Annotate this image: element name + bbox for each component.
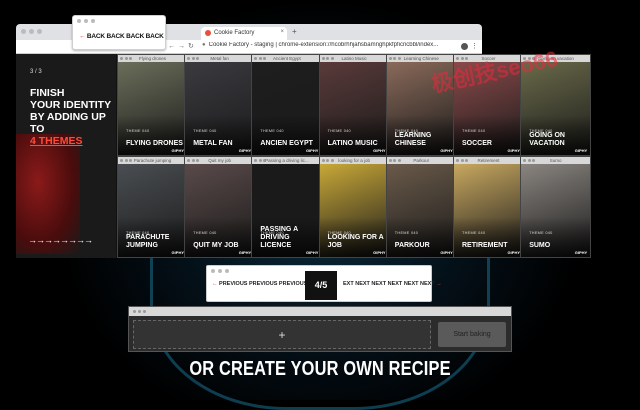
- tile-name: RETIREMENT: [462, 242, 508, 249]
- recipe-window: + Start baking: [128, 306, 512, 352]
- intro-panel: 3 / 3 FINISH YOUR IDENTITY BY ADDING UP …: [16, 54, 116, 258]
- step-counter: 3 / 3: [30, 69, 42, 75]
- back-button[interactable]: ← BACK BACK BACK BACK: [79, 33, 164, 40]
- theme-tile[interactable]: Latino Music THEME 040 LATINO MUSIC GIPHY: [318, 54, 390, 156]
- tile-titlebar: Retirement: [454, 157, 523, 164]
- tile-titlebar: Passing a driving lic...: [252, 157, 322, 164]
- tile-name: LOOKING FOR A JOB: [327, 234, 384, 249]
- menu-icon[interactable]: ⋮: [471, 42, 478, 50]
- arrow-left-icon: ←: [79, 33, 86, 40]
- arrow-left-icon: ←: [212, 281, 218, 287]
- giphy-logo: GIPHY: [238, 250, 252, 255]
- giphy-logo: GIPHY: [574, 250, 588, 255]
- theme-tile[interactable]: Metal fan THEME 040 METAL FAN GIPHY: [184, 54, 256, 156]
- tile-titlebar: Parachute jumping: [118, 157, 187, 164]
- tile-theme-number: THEME 040: [394, 231, 419, 235]
- close-tab-icon[interactable]: ×: [280, 29, 284, 35]
- tile-theme-number: THEME 040: [126, 129, 150, 133]
- window-controls[interactable]: [21, 29, 42, 34]
- tile-titlebar: looking for a job: [319, 157, 389, 164]
- theme-tile[interactable]: Retirement THEME 040 RETIREMENT GIPHY: [453, 156, 524, 258]
- giphy-logo: GIPHY: [171, 250, 184, 255]
- theme-tile[interactable]: Flying drones THEME 040 FLYING DRONES GIPHY: [117, 54, 188, 156]
- new-tab-button[interactable]: +: [292, 27, 297, 36]
- tile-titlebar: Latino Music: [319, 55, 389, 62]
- start-baking-button[interactable]: Start baking: [438, 322, 506, 347]
- tile-name: LATINO MUSIC: [327, 140, 378, 147]
- url-text[interactable]: ● Cookie Factory - staging | chrome-exten…: [202, 42, 458, 48]
- giphy-logo: GIPHY: [574, 148, 588, 153]
- theme-tile[interactable]: Ancient Egypt THEME 040 ANCIEN EGYPT GIPHY: [251, 54, 323, 156]
- giphy-logo: GIPHY: [507, 148, 520, 153]
- tile-name: FLYING DRONES: [126, 140, 183, 147]
- cookie-icon: [205, 30, 211, 36]
- tab-title: Cookie Factory: [214, 30, 255, 36]
- giphy-logo: GIPHY: [305, 148, 319, 153]
- tile-theme-number: THEME 040: [462, 129, 486, 133]
- lock-icon: ●: [202, 42, 206, 48]
- arrows-decoration: →→→→→→→→: [28, 235, 93, 245]
- tile-name: PASSING A DRIVING LICENCE: [260, 226, 298, 249]
- theme-tile[interactable]: Parachute jumping THEME 040 PARACHUTE JUMP…: [117, 156, 188, 258]
- pager-window: ← PREVIOUS PREVIOUS PREVIOUS 4/5 EXT NEX…: [206, 265, 442, 302]
- tile-theme-number: THEME 040: [327, 129, 351, 133]
- theme-tile[interactable]: Sumo THEME 040 SUMO GIPHY: [520, 156, 592, 258]
- back-window[interactable]: ← BACK BACK BACK BACK: [72, 15, 166, 50]
- tile-name: SOCCER: [462, 140, 492, 147]
- tile-titlebar: Ancient Egypt: [252, 55, 322, 62]
- giphy-logo: GIPHY: [373, 148, 386, 153]
- tile-name: GOING ON VACATION: [529, 132, 565, 147]
- recipe-titlebar: [129, 307, 511, 316]
- tile-name: METAL FAN: [193, 140, 233, 147]
- giphy-logo: GIPHY: [305, 250, 319, 255]
- tile-titlebar: Sumo: [521, 157, 591, 164]
- tile-titlebar: Metal fan: [185, 55, 255, 62]
- giphy-logo: GIPHY: [373, 250, 386, 255]
- giphy-logo: GIPHY: [238, 148, 252, 153]
- window-controls: [211, 269, 229, 273]
- intro-heading: FINISH YOUR IDENTITY BY ADDING UP TO 4 T…: [30, 87, 112, 147]
- tile-theme-number: THEME 040: [462, 231, 486, 235]
- tile-name: QUIT MY JOB: [193, 242, 239, 249]
- browser-tab[interactable]: Cookie Factory ×: [201, 27, 287, 40]
- tile-name: LEARNING CHINESE: [394, 132, 432, 147]
- tile-titlebar: Quit my job: [185, 157, 255, 164]
- tile-titlebar: Learning Chinese: [386, 55, 456, 62]
- tile-titlebar: Flying drones: [118, 55, 187, 62]
- tile-theme-number: THEME 040: [193, 231, 217, 235]
- recipe-drop-zone[interactable]: +: [133, 320, 431, 349]
- theme-tile[interactable]: Passing a driving lic... THEME 040 PASSING…: [251, 156, 323, 258]
- theme-tile[interactable]: looking for a job THEME 040 LOOKING FOR A …: [318, 156, 390, 258]
- nav-buttons[interactable]: ←→↻: [168, 42, 197, 50]
- window-controls: [77, 19, 95, 23]
- tile-name: SUMO: [529, 242, 551, 249]
- tile-name: PARACHUTE JUMPING: [126, 234, 170, 249]
- tile-theme-number: THEME 040: [529, 231, 553, 235]
- next-button[interactable]: EXT NEXT NEXT NEXT NEXT NEXT →: [343, 281, 442, 287]
- giphy-logo: GIPHY: [171, 148, 184, 153]
- tile-name: ANCIEN EGYPT: [260, 140, 313, 147]
- page-indicator: 4/5: [305, 271, 337, 300]
- tile-name: PARKOUR: [394, 242, 430, 249]
- theme-tile[interactable]: Parkour THEME 040 PARKOUR GIPHY: [385, 156, 457, 258]
- theme-tile[interactable]: Quit my job THEME 040 QUIT MY JOB GIPHY: [184, 156, 256, 258]
- previous-button[interactable]: ← PREVIOUS PREVIOUS PREVIOUS: [212, 281, 307, 287]
- plus-icon: +: [278, 328, 286, 342]
- tile-theme-number: THEME 040: [193, 129, 217, 133]
- profile-avatar[interactable]: [461, 43, 468, 50]
- create-recipe-heading: OR CREATE YOUR OWN RECIPE: [189, 358, 451, 380]
- giphy-logo: GIPHY: [507, 250, 520, 255]
- tile-theme-number: THEME 040: [260, 129, 284, 133]
- tile-titlebar: Parkour: [386, 157, 456, 164]
- giphy-logo: GIPHY: [440, 250, 453, 255]
- giphy-logo: GIPHY: [440, 148, 453, 153]
- arrow-right-icon: →: [436, 281, 442, 287]
